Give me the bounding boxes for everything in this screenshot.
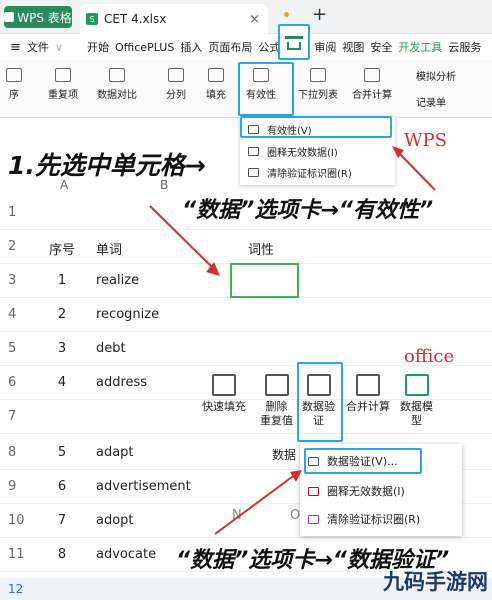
wps-label: WPS <box>404 130 447 151</box>
watermark: 九码手游网 <box>383 570 488 594</box>
arrow-to-data-validation <box>214 473 297 535</box>
arrow-to-validity <box>395 149 436 191</box>
step1-annotation: 1.先选中单元格→ <box>8 151 206 180</box>
office-label: office <box>404 346 455 367</box>
annotation-arrows <box>149 146 436 535</box>
tab-hint-annotation: “数据”选项卡→“有效性” <box>182 198 434 223</box>
